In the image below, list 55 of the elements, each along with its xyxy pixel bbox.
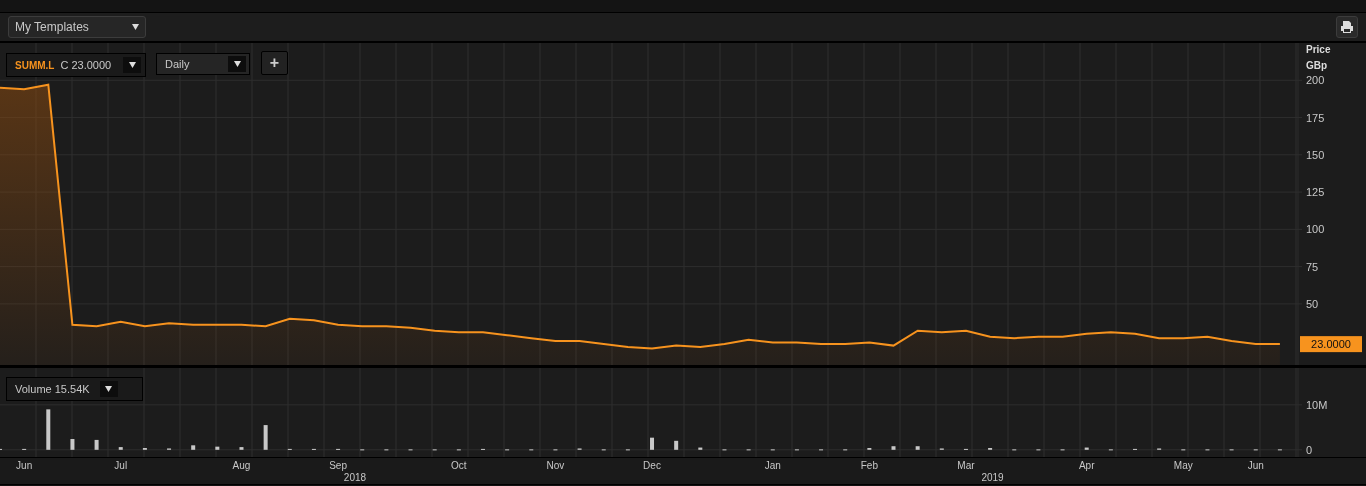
volume-bar xyxy=(70,439,75,450)
volume-bar xyxy=(698,447,703,450)
print-button[interactable] xyxy=(1336,16,1358,38)
volume-bar xyxy=(215,446,220,450)
month-label: Jun xyxy=(16,460,33,471)
volume-label: Volume 15.54K xyxy=(15,383,90,395)
month-label: Oct xyxy=(451,460,467,471)
volume-bar xyxy=(263,425,268,450)
volume-bar xyxy=(915,446,920,450)
volume-bar xyxy=(891,446,896,450)
add-button[interactable]: + xyxy=(261,51,288,75)
month-label: Jul xyxy=(114,460,128,471)
axis-label: 100 xyxy=(1306,223,1325,236)
volume-bar xyxy=(118,447,123,450)
volume-bar xyxy=(674,440,679,450)
month-label: Apr xyxy=(1078,460,1095,471)
year-label: 2019 xyxy=(981,472,1004,483)
volume-dropdown[interactable] xyxy=(99,381,118,397)
volume-bar xyxy=(191,445,196,450)
month-label: Mar xyxy=(957,460,975,471)
caret-icon xyxy=(105,386,113,392)
caret-icon xyxy=(128,62,136,68)
axis-unit: GBp xyxy=(1306,60,1328,71)
month-label: May xyxy=(1173,460,1193,471)
axis-label: 0 xyxy=(1306,443,1313,456)
volume-bar xyxy=(94,439,99,450)
year-label: 2018 xyxy=(343,472,367,483)
month-label: Feb xyxy=(860,460,878,471)
template-dropdown[interactable]: My Templates xyxy=(8,16,146,38)
month-label: Jun xyxy=(1247,460,1264,471)
interval-dropdown[interactable]: Daily xyxy=(156,53,250,75)
volume-bar xyxy=(46,409,51,450)
axis-title: Price xyxy=(1306,44,1331,55)
axis-label: 200 xyxy=(1306,74,1325,87)
axis-label: 75 xyxy=(1306,260,1319,273)
caret-icon xyxy=(132,24,139,30)
legend-dropdown[interactable] xyxy=(123,57,142,73)
caret-icon xyxy=(233,61,241,67)
month-label: Sep xyxy=(329,460,347,471)
last-price-label: 23.0000 xyxy=(1300,336,1362,353)
axis-label: 150 xyxy=(1306,148,1325,161)
close-value: C 23.0000 xyxy=(60,59,112,71)
axis-label: 10M xyxy=(1306,398,1328,411)
axis-label: 125 xyxy=(1306,186,1325,199)
month-label: Nov xyxy=(546,460,565,471)
month-label: Dec xyxy=(643,460,661,471)
symbol-label: SUMM.L xyxy=(15,59,55,71)
month-label: Jan xyxy=(764,460,781,471)
printer-icon xyxy=(1340,20,1354,34)
volume-bar xyxy=(650,437,654,450)
volume-bar xyxy=(1084,447,1089,450)
axis-label: 50 xyxy=(1306,297,1319,310)
axis-label: 175 xyxy=(1306,111,1325,124)
volume-bar xyxy=(239,447,244,450)
month-label: Aug xyxy=(232,460,251,471)
